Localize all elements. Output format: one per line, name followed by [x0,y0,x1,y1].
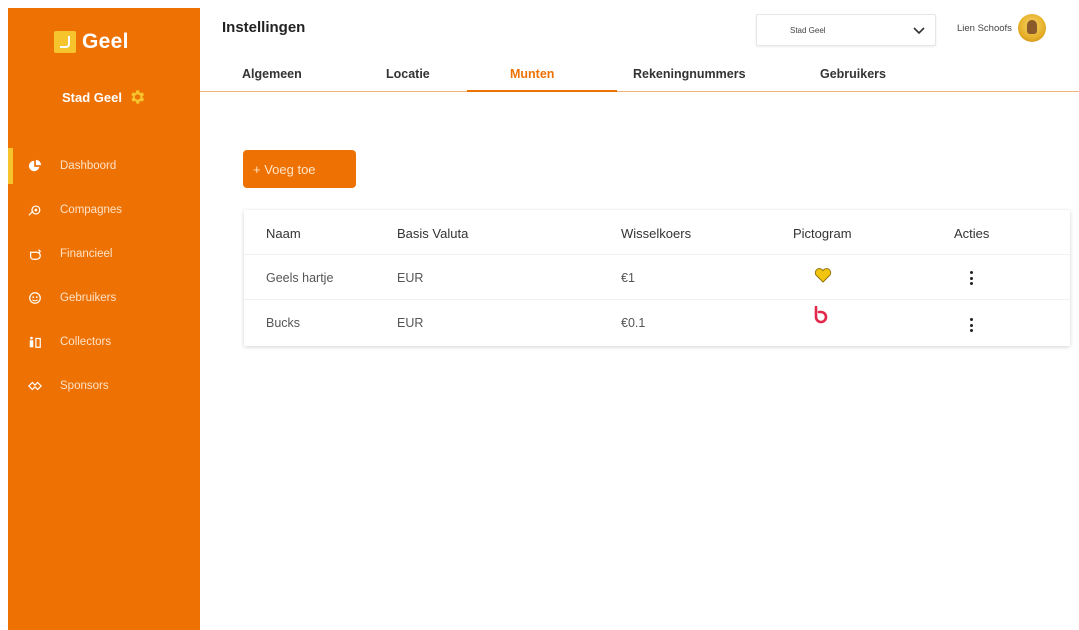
logo-text: Geel [82,30,129,53]
table-row: Bucks EUR €0.1 [244,299,1070,345]
cell-basis-valuta: EUR [397,316,424,330]
cell-naam: Bucks [266,316,301,330]
column-header-acties: Acties [954,226,990,241]
organization-name: Stad Geel [62,89,122,105]
currencies-table: Naam Basis Valuta Wisselkoers Pictogram … [244,210,1070,346]
column-header-basis-valuta: Basis Valuta [397,226,469,241]
tab-gebruikers[interactable]: Gebruikers [820,67,886,81]
tab-munten[interactable]: Munten [510,67,554,81]
sidebar-item-label: Gebruikers [60,292,117,304]
sidebar-item-dashboord[interactable]: Dashboord [8,144,200,188]
page-title: Instellingen [222,19,306,36]
app-root: Geel Stad Geel Dashboord Compagnes Finan… [0,0,1079,630]
sidebar-item-financieel[interactable]: Financieel [8,232,200,276]
app-logo[interactable]: Geel [54,30,129,54]
sidebar: Geel Stad Geel Dashboord Compagnes Finan… [8,8,200,630]
column-header-wisselkoers: Wisselkoers [621,226,692,241]
tab-rekeningnummers[interactable]: Rekeningnummers [633,67,746,81]
add-currency-button[interactable]: + Voeg toe [243,150,356,188]
sidebar-item-compagnes[interactable]: Compagnes [8,188,200,232]
sidebar-item-label: Financieel [60,248,113,260]
gear-icon[interactable] [128,88,146,106]
sidebar-nav: Dashboord Compagnes Financieel Gebruiker… [8,144,200,408]
sidebar-item-label: Sponsors [60,380,109,392]
settings-tabs: Algemeen Locatie Munten Rekeningnummers … [200,59,1079,92]
chevron-down-icon [913,27,925,35]
cell-wisselkoers: €1 [621,271,635,285]
tab-locatie[interactable]: Locatie [386,67,430,81]
organization-select-value: Stad Geel [790,25,826,35]
tab-algemeen[interactable]: Algemeen [242,67,302,81]
geel-logo-icon [54,31,76,53]
avatar[interactable] [1017,14,1046,42]
table-row: Geels hartje EUR €1 [244,254,1070,300]
piggy-bank-icon [30,249,42,260]
cell-wisselkoers: €0.1 [621,316,646,330]
row-actions-menu[interactable] [968,271,974,285]
collectors-icon [29,336,41,348]
sidebar-item-label: Dashboord [60,160,117,172]
row-actions-menu[interactable] [968,318,974,332]
handshake-icon [28,381,42,391]
column-header-naam: Naam [266,226,301,241]
heart-icon [814,268,832,283]
pie-chart-icon [28,159,42,172]
organization-select[interactable]: Stad Geel [756,14,936,46]
organization-header: Stad Geel [8,88,200,106]
sidebar-item-collectors[interactable]: Collectors [8,320,200,364]
sidebar-item-label: Compagnes [60,204,123,216]
sidebar-item-label: Collectors [60,336,112,348]
campaign-icon [28,205,41,216]
sidebar-item-sponsors[interactable]: Sponsors [8,364,200,408]
user-name: Lien Schoofs [957,22,1012,34]
column-header-pictogram: Pictogram [793,226,852,241]
active-tab-indicator [467,90,617,92]
user-menu[interactable]: Lien Schoofs [957,14,1046,42]
bucks-logo-icon [814,306,828,324]
smiley-icon [29,292,41,304]
sidebar-item-gebruikers[interactable]: Gebruikers [8,276,200,320]
cell-basis-valuta: EUR [397,271,424,285]
cell-naam: Geels hartje [266,271,334,285]
